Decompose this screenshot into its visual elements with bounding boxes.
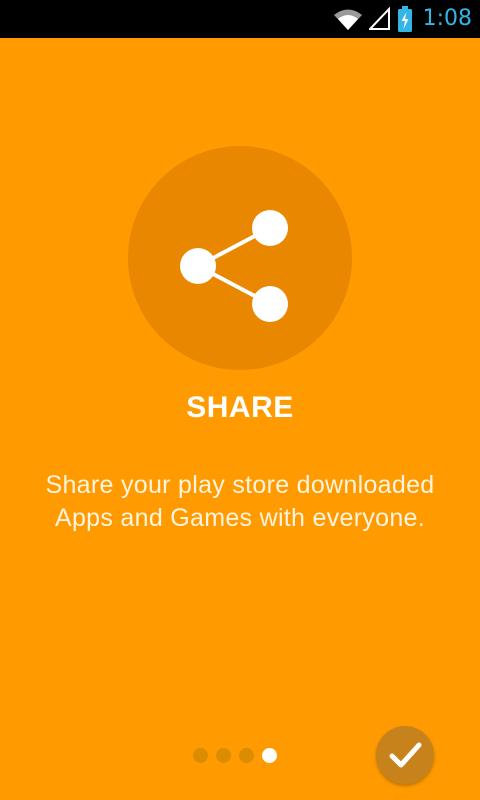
page-indicator <box>193 748 277 763</box>
checkmark-icon <box>389 742 422 768</box>
onboarding-title: SHARE <box>186 391 294 424</box>
done-button[interactable] <box>376 726 434 784</box>
battery-charging-icon <box>397 6 412 32</box>
page-dot-2[interactable] <box>216 748 231 763</box>
page-dot-3[interactable] <box>239 748 254 763</box>
page-dot-1[interactable] <box>193 748 208 763</box>
page-dot-4[interactable] <box>262 748 277 763</box>
share-icon-circle <box>128 146 352 370</box>
wifi-icon <box>333 9 362 30</box>
status-icons: 1:08 <box>333 0 472 38</box>
share-icon <box>180 210 288 322</box>
status-bar: 1:08 <box>0 0 480 38</box>
onboarding-description: Share your play store downloaded Apps an… <box>45 471 435 532</box>
signal-icon <box>368 7 390 30</box>
status-time: 1:08 <box>422 6 472 31</box>
onboarding-page: SHARE Share your play store downloaded A… <box>0 38 480 800</box>
